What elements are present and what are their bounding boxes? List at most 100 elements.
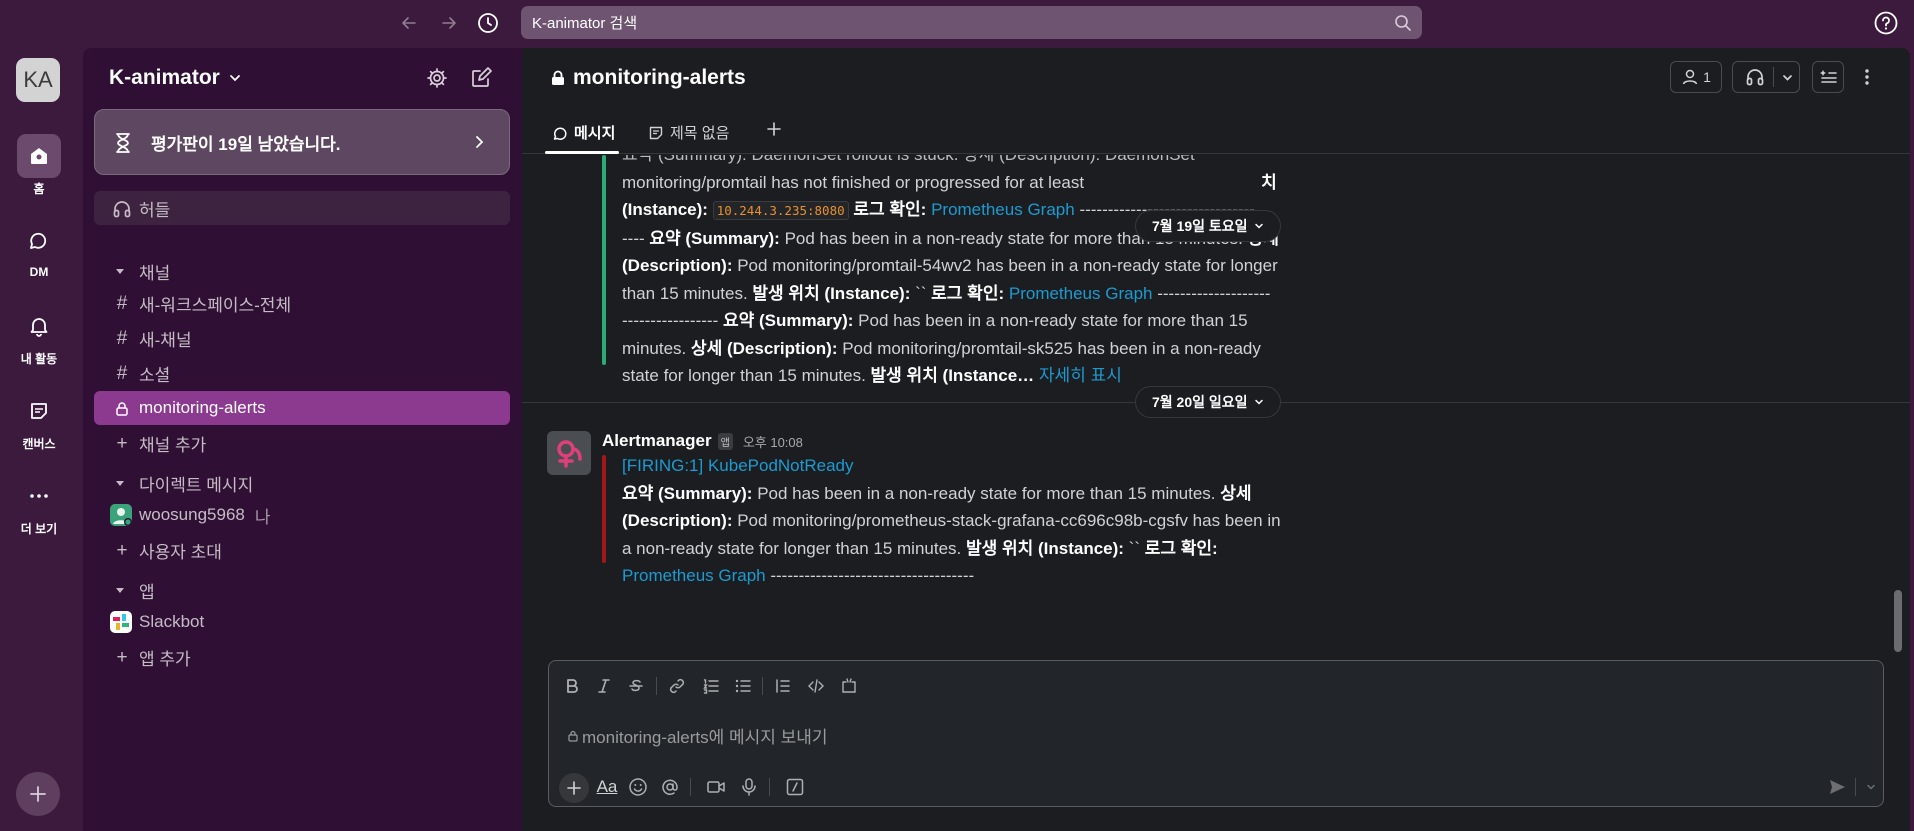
- workspace-avatar[interactable]: KA: [16, 58, 60, 102]
- bold-icon[interactable]: [559, 673, 585, 699]
- sidebar-item-slackbot[interactable]: Slackbot: [94, 605, 510, 639]
- message-scrollbar[interactable]: [1894, 590, 1902, 652]
- channel-details-button[interactable]: [1812, 61, 1844, 93]
- prometheus-graph-link[interactable]: Prometheus Graph: [931, 200, 1075, 219]
- search-input[interactable]: K-animator 검색: [521, 6, 1422, 39]
- instance-code: 10.244.3.235:8080: [712, 201, 849, 220]
- plus-icon[interactable]: [559, 773, 589, 803]
- rail-item-home[interactable]: 홈: [0, 134, 78, 197]
- sidebar-item-channel[interactable]: # 새-채널: [94, 321, 510, 355]
- alert-title-link[interactable]: [FIRING:1] KubePodNotReady: [622, 456, 854, 475]
- emoji-icon[interactable]: [624, 773, 652, 801]
- history-icon[interactable]: [475, 10, 501, 36]
- alertmanager-avatar[interactable]: [547, 431, 591, 475]
- text: 요약 (Summary):: [649, 228, 780, 248]
- author-name[interactable]: Alertmanager: [602, 431, 712, 451]
- video-icon[interactable]: [702, 773, 730, 801]
- text: ``: [910, 283, 932, 303]
- tab-untitled[interactable]: 제목 없음: [648, 122, 729, 143]
- mention-icon[interactable]: [656, 773, 684, 801]
- message-line: 요약 (Summary): DaemonSet rollout is stuck…: [622, 155, 1382, 169]
- sidebar-item-channel[interactable]: # 새-워크스페이스-전체: [94, 286, 510, 320]
- caret-down-icon: [114, 265, 126, 277]
- channel-label: 새-채널: [139, 330, 192, 350]
- dm-section-header[interactable]: 다이렉트 메시지: [94, 468, 253, 498]
- sidebar-item-huddle[interactable]: 허들: [94, 191, 510, 225]
- date-label: 7월 20일 일요일: [1152, 394, 1248, 410]
- trial-banner[interactable]: 평가판이 19일 남았습니다.: [94, 109, 510, 175]
- add-tab-button[interactable]: [765, 120, 783, 138]
- workspace-name-button[interactable]: K-animator: [109, 66, 242, 90]
- italic-icon[interactable]: [591, 673, 617, 699]
- bell-icon: [17, 304, 61, 348]
- plus-icon: +: [116, 433, 128, 454]
- rail-item-canvas[interactable]: 캔버스: [0, 389, 78, 452]
- message-timestamp[interactable]: 오후 10:08: [743, 432, 803, 451]
- show-more-link[interactable]: 자세히 표시: [1039, 366, 1122, 385]
- lock-icon: [552, 70, 564, 85]
- rail-item-activity[interactable]: 내 활동: [0, 304, 78, 367]
- add-channel-button[interactable]: + 채널 추가: [94, 426, 510, 460]
- text: Pod has been in a non-ready state for mo…: [853, 311, 1248, 330]
- channels-section-header[interactable]: 채널: [94, 256, 170, 286]
- message-input[interactable]: monitoring-alerts에 메시지 보내기: [567, 723, 828, 748]
- arrow-left-icon[interactable]: [396, 10, 422, 36]
- more-vertical-icon[interactable]: [1858, 67, 1876, 87]
- chevron-down-icon: [1254, 399, 1263, 405]
- message-body: 요약 (Summary): DaemonSet rollout is stuck…: [622, 155, 1382, 390]
- add-app-button[interactable]: + 앱 추가: [94, 640, 510, 674]
- text: --------------------: [1152, 283, 1271, 303]
- chevron-down-icon[interactable]: [1781, 71, 1794, 84]
- channel-label: 새-워크스페이스-전체: [139, 295, 292, 315]
- add-workspace-button[interactable]: [16, 772, 60, 816]
- sidebar-item-channel[interactable]: # 소셜: [94, 356, 510, 390]
- text-format-icon[interactable]: Aa: [593, 773, 621, 801]
- text: monitoring/promtail has not finished or …: [622, 172, 1085, 192]
- slackbot-avatar: [110, 611, 132, 633]
- help-icon[interactable]: [1873, 10, 1900, 37]
- blockquote-icon[interactable]: [770, 673, 796, 699]
- invite-user-button[interactable]: + 사용자 초대: [94, 533, 510, 567]
- microphone-icon[interactable]: [735, 773, 763, 801]
- tab-messages[interactable]: 메시지: [552, 122, 615, 143]
- rail-item-dm[interactable]: DM: [0, 219, 78, 279]
- more-icon: [17, 474, 61, 518]
- send-icon[interactable]: [1823, 773, 1851, 801]
- chevron-down-icon: [229, 75, 240, 82]
- date-divider-pill[interactable]: 7월 20일 일요일: [1135, 386, 1281, 418]
- apps-section-header[interactable]: 앱: [94, 575, 155, 605]
- link-icon[interactable]: [664, 673, 690, 699]
- text: 로그 확인:: [931, 283, 1005, 303]
- text: Pod has been in a non-ready state for mo…: [752, 483, 1221, 503]
- channel-title-button[interactable]: monitoring-alerts: [549, 66, 746, 90]
- slash-command-icon[interactable]: [781, 773, 809, 801]
- text: -----------------: [622, 311, 723, 330]
- text: 요약 (Summary):: [622, 483, 753, 503]
- prometheus-graph-link[interactable]: Prometheus Graph: [1009, 284, 1153, 303]
- sidebar-item-dm-user[interactable]: woosung5968 나: [94, 498, 510, 532]
- code-block-icon[interactable]: [836, 673, 862, 699]
- channel-label: 소셜: [139, 365, 171, 385]
- settings-icon[interactable]: [425, 66, 449, 90]
- chevron-down-icon[interactable]: [1861, 773, 1881, 801]
- message-line: minutes. 상세 (Description): Pod monitorin…: [622, 335, 1382, 363]
- message-line: (Description): Pod monitoring/promtail-5…: [622, 252, 1382, 280]
- text: 치: [1261, 172, 1277, 192]
- huddle-button[interactable]: [1732, 61, 1800, 93]
- compose-icon[interactable]: [469, 66, 493, 90]
- chevron-down-icon: [1254, 223, 1263, 229]
- rail-item-more[interactable]: 더 보기: [0, 474, 78, 537]
- members-button[interactable]: 1: [1670, 61, 1722, 93]
- arrow-right-icon[interactable]: [436, 10, 462, 36]
- code-icon[interactable]: [803, 673, 829, 699]
- rail-label-canvas: 캔버스: [22, 437, 56, 451]
- lock-icon: [112, 399, 132, 419]
- strikethrough-icon[interactable]: [623, 673, 649, 699]
- channel-title: monitoring-alerts: [573, 66, 746, 89]
- text: (Description):: [622, 256, 733, 275]
- sidebar-item-monitoring-alerts[interactable]: monitoring-alerts: [94, 391, 510, 425]
- date-divider-pill[interactable]: 7월 19일 토요일: [1135, 210, 1281, 242]
- ordered-list-icon[interactable]: [698, 673, 724, 699]
- bullet-list-icon[interactable]: [730, 673, 756, 699]
- prometheus-graph-link[interactable]: Prometheus Graph: [622, 566, 766, 585]
